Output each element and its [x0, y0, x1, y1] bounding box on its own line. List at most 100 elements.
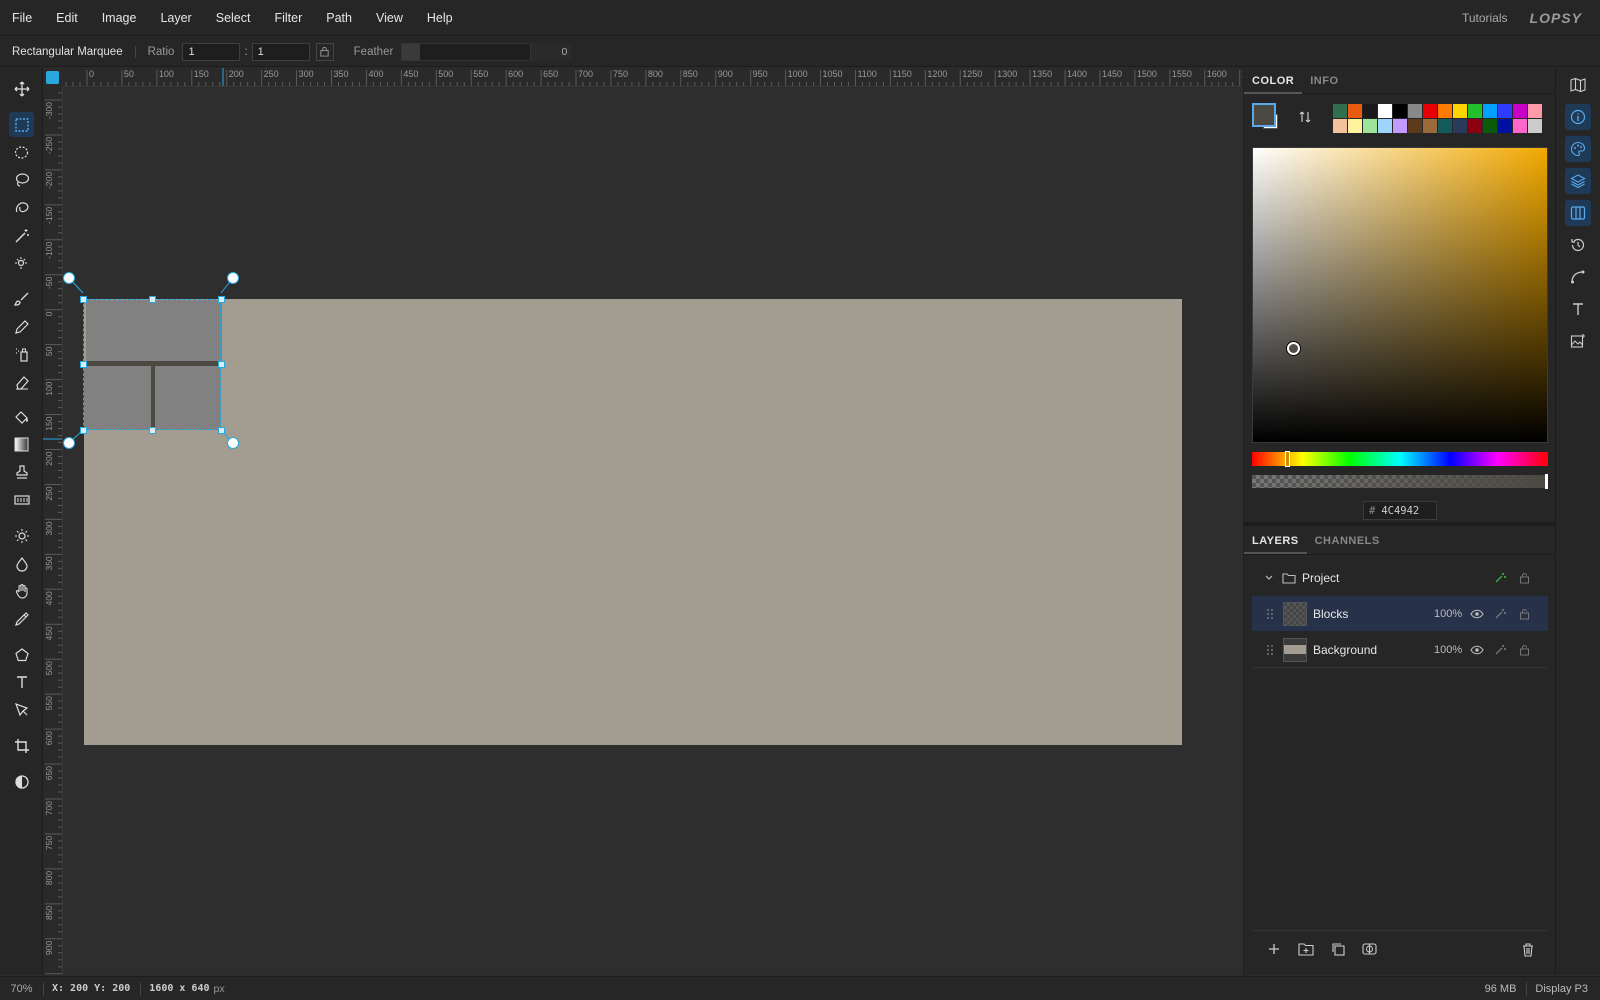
effects-icon[interactable]: [1494, 607, 1507, 620]
add-layer-icon[interactable]: [1267, 942, 1281, 956]
color-swatch[interactable]: [1483, 119, 1497, 133]
feather-value[interactable]: 0: [531, 42, 572, 61]
color-swatch[interactable]: [1513, 119, 1527, 133]
rotate-handle-top-left[interactable]: [63, 272, 75, 284]
pattern-tool[interactable]: [9, 487, 34, 512]
crop-tool[interactable]: [9, 733, 34, 758]
color-swatch[interactable]: [1348, 104, 1362, 118]
menu-help[interactable]: Help: [415, 11, 465, 25]
handle-middle-left[interactable]: [80, 361, 87, 368]
handle-bottom-left[interactable]: [80, 427, 87, 434]
gradient-tool[interactable]: [9, 432, 34, 457]
layer-name[interactable]: Background: [1313, 643, 1377, 657]
hand-tool[interactable]: [9, 578, 34, 603]
menu-file[interactable]: File: [0, 11, 44, 25]
tab-layers[interactable]: LAYERS: [1244, 528, 1307, 554]
eraser-tool[interactable]: [9, 369, 34, 394]
lock-icon[interactable]: [1519, 608, 1530, 620]
magic-wand-tool[interactable]: [9, 223, 34, 248]
layer-row-background[interactable]: Background 100%: [1252, 632, 1548, 667]
color-swatch[interactable]: [1438, 104, 1452, 118]
drag-handle-icon[interactable]: [1266, 608, 1274, 620]
menu-layer[interactable]: Layer: [148, 11, 203, 25]
hue-slider[interactable]: [1252, 451, 1548, 467]
foreground-color-swatch[interactable]: [1252, 103, 1276, 127]
alpha-slider[interactable]: [1252, 474, 1548, 489]
color-panel-button[interactable]: [1565, 136, 1591, 162]
panel-separator[interactable]: [1244, 522, 1555, 526]
tutorials-link[interactable]: Tutorials: [1462, 11, 1508, 25]
color-swatch[interactable]: [1393, 104, 1407, 118]
paint-brush-tool[interactable]: [9, 286, 34, 311]
contrast-tool[interactable]: [9, 769, 34, 794]
paint-bucket-tool[interactable]: [9, 404, 34, 429]
rotate-handle-bottom-left[interactable]: [63, 437, 75, 449]
menu-image[interactable]: Image: [90, 11, 149, 25]
lasso-tool[interactable]: [9, 167, 34, 192]
color-swatch[interactable]: [1498, 104, 1512, 118]
layer-name[interactable]: Blocks: [1313, 607, 1348, 621]
duplicate-layer-icon[interactable]: [1331, 942, 1345, 956]
canvas-area[interactable]: [63, 88, 1243, 975]
chevron-down-icon[interactable]: [1264, 573, 1274, 583]
menu-path[interactable]: Path: [314, 11, 364, 25]
character-panel-button[interactable]: [1565, 296, 1591, 322]
layer-opacity[interactable]: 100%: [1434, 644, 1462, 656]
trash-icon[interactable]: [1521, 942, 1535, 957]
history-panel-button[interactable]: [1565, 232, 1591, 258]
navigator-panel-button[interactable]: [1565, 72, 1591, 98]
menu-select[interactable]: Select: [204, 11, 263, 25]
swap-colors-button[interactable]: [1298, 110, 1312, 127]
color-swatch[interactable]: [1453, 104, 1467, 118]
feather-slider-thumb[interactable]: [402, 43, 421, 60]
eye-icon[interactable]: [1470, 609, 1484, 619]
layers-panel-button[interactable]: [1565, 168, 1591, 194]
color-swatch[interactable]: [1393, 119, 1407, 133]
layer-group-project[interactable]: Project: [1252, 560, 1548, 595]
polygon-tool[interactable]: [9, 642, 34, 667]
color-swatch[interactable]: [1378, 119, 1392, 133]
color-swatch[interactable]: [1423, 104, 1437, 118]
color-swatch[interactable]: [1468, 104, 1482, 118]
info-panel-button[interactable]: [1565, 104, 1591, 130]
layer-opacity[interactable]: 100%: [1434, 608, 1462, 620]
magnetic-lasso-tool[interactable]: [9, 195, 34, 220]
color-swatch[interactable]: [1513, 104, 1527, 118]
dodge-tool[interactable]: [9, 523, 34, 548]
color-swatch[interactable]: [1468, 119, 1482, 133]
color-swatch[interactable]: [1423, 119, 1437, 133]
color-swatch[interactable]: [1528, 104, 1542, 118]
color-swatch[interactable]: [1408, 104, 1422, 118]
color-swatch[interactable]: [1408, 119, 1422, 133]
pencil-tool[interactable]: [9, 314, 34, 339]
ellipse-marquee-tool[interactable]: [9, 140, 34, 165]
image-panel-button[interactable]: [1565, 328, 1591, 354]
rect-marquee-tool[interactable]: [9, 112, 34, 137]
lock-icon[interactable]: [1519, 572, 1530, 584]
color-swatch[interactable]: [1528, 119, 1542, 133]
ratio-height-input[interactable]: 1: [251, 42, 310, 61]
quick-select-tool[interactable]: [9, 250, 34, 275]
handle-top-left[interactable]: [80, 296, 87, 303]
spray-tool[interactable]: [9, 341, 34, 366]
tab-info[interactable]: INFO: [1302, 68, 1346, 94]
color-swatch[interactable]: [1363, 104, 1377, 118]
effects-icon[interactable]: [1494, 643, 1507, 656]
pen-tool[interactable]: [9, 697, 34, 722]
tab-channels[interactable]: CHANNELS: [1307, 528, 1388, 554]
handle-top-right[interactable]: [218, 296, 225, 303]
drag-handle-icon[interactable]: [1266, 644, 1274, 656]
handle-middle-right[interactable]: [218, 361, 225, 368]
color-swatch[interactable]: [1498, 119, 1512, 133]
text-tool[interactable]: [9, 669, 34, 694]
color-swatch[interactable]: [1333, 119, 1347, 133]
color-swatch[interactable]: [1483, 104, 1497, 118]
rotate-handle-top-right[interactable]: [227, 272, 239, 284]
new-group-icon[interactable]: [1298, 942, 1314, 956]
effects-icon[interactable]: [1494, 571, 1507, 584]
paths-panel-button[interactable]: [1565, 264, 1591, 290]
ruler-origin-marker[interactable]: [46, 71, 59, 84]
alpha-slider-thumb[interactable]: [1545, 474, 1548, 489]
eyedropper-tool[interactable]: [9, 606, 34, 631]
color-swatch[interactable]: [1438, 119, 1452, 133]
